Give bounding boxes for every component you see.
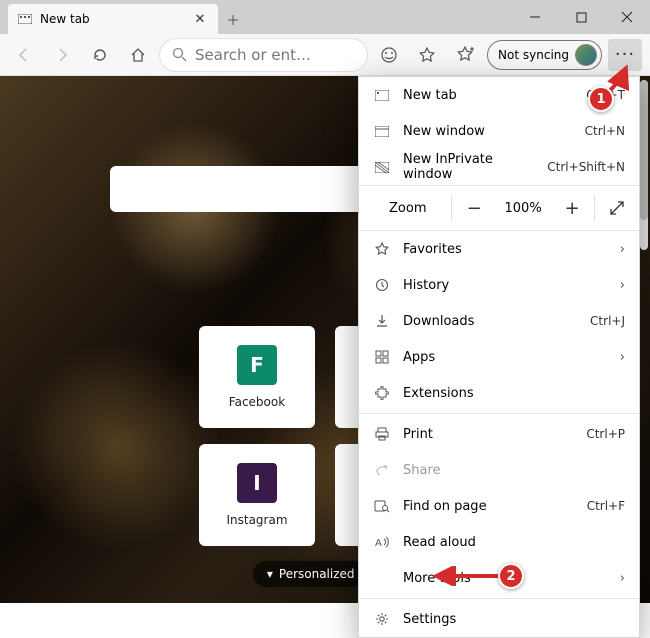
menu-label: History bbox=[403, 278, 608, 293]
chevron-down-icon: ▾ bbox=[267, 567, 273, 581]
menu-label: Apps bbox=[403, 350, 608, 365]
download-icon bbox=[373, 314, 391, 328]
forward-button[interactable] bbox=[46, 39, 78, 71]
tile-label: Facebook bbox=[229, 395, 285, 409]
share-icon bbox=[373, 463, 391, 477]
read-aloud-icon: A bbox=[373, 535, 391, 549]
favorite-button[interactable] bbox=[411, 39, 443, 71]
menu-label: Share bbox=[403, 463, 625, 478]
toolbar: Search or ent… Not syncing ··· bbox=[0, 34, 650, 76]
zoom-value: 100% bbox=[496, 201, 550, 216]
menu-find[interactable]: Find on page Ctrl+F bbox=[359, 488, 639, 524]
print-icon bbox=[373, 427, 391, 441]
zoom-in-button[interactable]: + bbox=[550, 186, 594, 230]
menu-apps[interactable]: Apps › bbox=[359, 339, 639, 375]
menu-shortcut: Ctrl+P bbox=[586, 427, 625, 441]
history-icon bbox=[373, 278, 391, 292]
chevron-right-icon: › bbox=[620, 242, 625, 257]
profile-button[interactable]: Not syncing bbox=[487, 40, 602, 70]
gear-icon bbox=[373, 612, 391, 626]
tile-label: Instagram bbox=[226, 513, 287, 527]
annotation-callout-1: 1 bbox=[588, 86, 614, 112]
chevron-right-icon: › bbox=[620, 571, 625, 586]
menu-print[interactable]: Print Ctrl+P bbox=[359, 416, 639, 452]
chevron-right-icon: › bbox=[620, 278, 625, 293]
menu-label: New InPrivate window bbox=[403, 152, 535, 182]
browser-tab[interactable]: New tab ✕ bbox=[8, 4, 218, 34]
find-icon bbox=[373, 499, 391, 513]
new-tab-button[interactable]: ＋ bbox=[218, 4, 248, 34]
tile-icon: I bbox=[237, 463, 277, 503]
menu-favorites[interactable]: Favorites › bbox=[359, 231, 639, 267]
menu-downloads[interactable]: Downloads Ctrl+J bbox=[359, 303, 639, 339]
star-icon bbox=[373, 242, 391, 256]
menu-share: Share bbox=[359, 452, 639, 488]
menu-label: New tab bbox=[403, 88, 574, 103]
back-button[interactable] bbox=[8, 39, 40, 71]
close-tab-icon[interactable]: ✕ bbox=[192, 12, 208, 27]
minimize-button[interactable] bbox=[512, 0, 558, 34]
menu-shortcut: Ctrl+J bbox=[590, 314, 625, 328]
menu-label: Extensions bbox=[403, 386, 625, 401]
chevron-right-icon: › bbox=[620, 350, 625, 365]
zoom-label: Zoom bbox=[359, 201, 451, 216]
menu-label: Settings bbox=[403, 612, 625, 627]
title-bar: New tab ✕ ＋ bbox=[0, 0, 650, 34]
menu-separator bbox=[359, 413, 639, 414]
settings-menu: New tab Ctrl+T New window Ctrl+N New InP… bbox=[358, 76, 640, 638]
window-icon bbox=[373, 126, 391, 137]
menu-zoom: Zoom − 100% + bbox=[359, 185, 639, 231]
menu-shortcut: Ctrl+N bbox=[585, 124, 625, 138]
menu-inprivate[interactable]: New InPrivate window Ctrl+Shift+N bbox=[359, 149, 639, 185]
tab-title: New tab bbox=[40, 12, 184, 26]
window-controls bbox=[512, 0, 650, 34]
address-bar[interactable]: Search or ent… bbox=[160, 39, 367, 71]
zoom-out-button[interactable]: − bbox=[452, 186, 496, 230]
menu-extensions[interactable]: Extensions bbox=[359, 375, 639, 411]
menu-label: New window bbox=[403, 124, 573, 139]
menu-label: Favorites bbox=[403, 242, 608, 257]
menu-shortcut: Ctrl+F bbox=[587, 499, 625, 513]
menu-separator bbox=[359, 598, 639, 599]
inprivate-icon bbox=[373, 162, 391, 173]
menu-label: Print bbox=[403, 427, 574, 442]
window-icon bbox=[373, 90, 391, 101]
scrollbar-thumb[interactable] bbox=[640, 80, 648, 220]
tile-instagram[interactable]: I Instagram bbox=[199, 444, 315, 546]
svg-text:A: A bbox=[375, 538, 382, 549]
sync-label: Not syncing bbox=[498, 48, 569, 62]
search-icon bbox=[172, 47, 187, 62]
annotation-callout-2: 2 bbox=[498, 563, 524, 589]
refresh-button[interactable] bbox=[84, 39, 116, 71]
tab-icon bbox=[18, 14, 32, 24]
menu-shortcut: Ctrl+Shift+N bbox=[547, 160, 625, 174]
tracking-button[interactable] bbox=[373, 39, 405, 71]
apps-icon bbox=[373, 350, 391, 364]
close-window-button[interactable] bbox=[604, 0, 650, 34]
collections-button[interactable] bbox=[449, 39, 481, 71]
menu-settings[interactable]: Settings bbox=[359, 601, 639, 637]
tile-icon: F bbox=[237, 345, 277, 385]
tile-facebook[interactable]: F Facebook bbox=[199, 326, 315, 428]
home-button[interactable] bbox=[122, 39, 154, 71]
menu-history[interactable]: History › bbox=[359, 267, 639, 303]
puzzle-icon bbox=[373, 386, 391, 400]
fullscreen-button[interactable] bbox=[595, 186, 639, 230]
menu-read-aloud[interactable]: A Read aloud bbox=[359, 524, 639, 560]
address-bar-placeholder: Search or ent… bbox=[195, 46, 311, 64]
menu-new-window[interactable]: New window Ctrl+N bbox=[359, 113, 639, 149]
menu-label: Find on page bbox=[403, 499, 575, 514]
menu-label: Read aloud bbox=[403, 535, 625, 550]
menu-label: Downloads bbox=[403, 314, 578, 329]
maximize-button[interactable] bbox=[558, 0, 604, 34]
